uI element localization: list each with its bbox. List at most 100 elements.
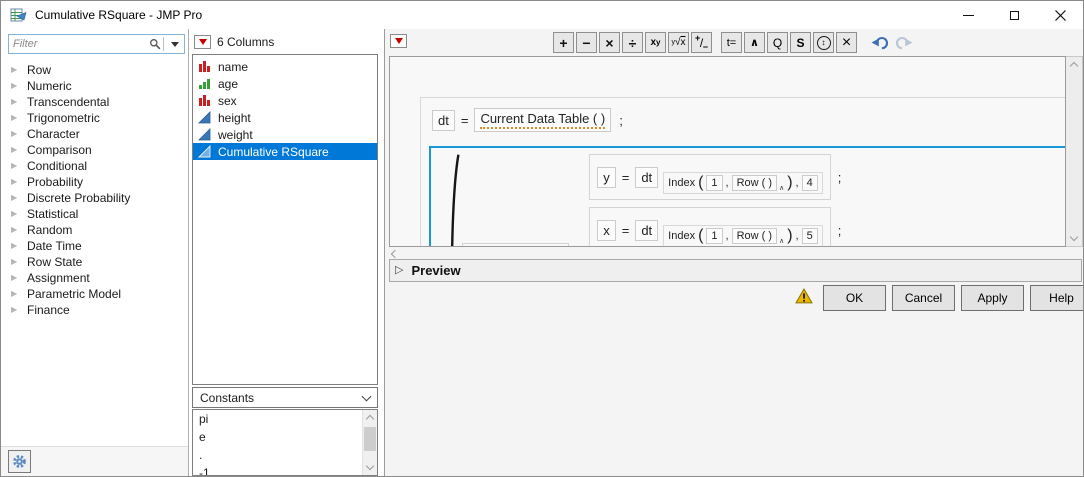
constant-item[interactable]: .	[193, 446, 377, 464]
collapsed-triangle-icon[interactable]	[11, 82, 19, 90]
disclosure-triangle-icon[interactable]	[395, 265, 403, 276]
delete-button[interactable]: ×	[836, 32, 857, 53]
maximize-button[interactable]	[991, 1, 1037, 29]
column-row-age[interactable]: age	[193, 75, 377, 92]
collapsed-triangle-icon[interactable]	[11, 274, 19, 282]
category-parametric-model[interactable]: Parametric Model	[11, 286, 188, 302]
collapsed-triangle-icon[interactable]	[11, 130, 19, 138]
subtract-button[interactable]: −	[576, 32, 597, 53]
column-row-sex[interactable]: sex	[193, 92, 377, 109]
scroll-up-arrow[interactable]	[363, 410, 377, 425]
category-row-state[interactable]: Row State	[11, 254, 188, 270]
category-random[interactable]: Random	[11, 222, 188, 238]
category-assignment[interactable]: Assignment	[11, 270, 188, 286]
column-index-box[interactable]: 5	[801, 228, 818, 244]
row-function-box[interactable]: Row ( )	[731, 175, 778, 191]
constant-item[interactable]: e	[193, 428, 377, 446]
scroll-down-arrow[interactable]	[363, 460, 377, 475]
condition-expression[interactable]: Row ( ) > 2	[462, 242, 569, 246]
collapsed-triangle-icon[interactable]	[11, 114, 19, 122]
rotate-button[interactable]: Q	[767, 32, 788, 53]
category-transcendental[interactable]: Transcendental	[11, 94, 188, 110]
variable-dt-box[interactable]: dt	[432, 109, 455, 131]
collapsed-triangle-icon[interactable]	[11, 242, 19, 250]
settings-gear-button[interactable]	[8, 450, 31, 473]
filter-input[interactable]	[9, 38, 149, 50]
help-button[interactable]: Help	[1030, 285, 1083, 311]
horizontal-scrollbar[interactable]	[389, 249, 1083, 259]
column-row-name[interactable]: name	[193, 58, 377, 75]
y-box[interactable]: y	[597, 166, 616, 188]
peel-expression-button[interactable]: ∧	[744, 32, 765, 53]
preview-section[interactable]: Preview	[389, 259, 1082, 282]
collapsed-triangle-icon[interactable]	[11, 162, 19, 170]
formula-scrollbar[interactable]	[1066, 56, 1083, 247]
category-character[interactable]: Character	[11, 126, 188, 142]
ok-button[interactable]: OK	[823, 285, 886, 311]
cancel-button[interactable]: Cancel	[892, 285, 955, 311]
column-index-box[interactable]: 4	[801, 175, 818, 191]
columns-red-triangle-menu-button[interactable]	[194, 35, 211, 49]
subscript-group[interactable]: Index ( 1 , Row ( ) ∧ ) , 5	[663, 225, 823, 246]
category-finance[interactable]: Finance	[11, 302, 188, 318]
collapsed-triangle-icon[interactable]	[11, 66, 19, 74]
collapsed-triangle-icon[interactable]	[11, 210, 19, 218]
category-statistical[interactable]: Statistical	[11, 206, 188, 222]
collapsed-triangle-icon[interactable]	[11, 178, 19, 186]
divide-button[interactable]: ÷	[622, 32, 643, 53]
scroll-up-arrow[interactable]	[1066, 57, 1082, 72]
column-row-cumulative-rsquare-selected[interactable]: Cumulative RSquare	[193, 143, 377, 160]
sign-toggle-button[interactable]: + / −	[691, 32, 712, 53]
scrollbar-thumb[interactable]	[364, 427, 376, 451]
subscript-group[interactable]: Index ( 1 , Row ( ) ∧ ) , 4	[663, 172, 823, 194]
constants-dropdown[interactable]: Constants	[192, 387, 378, 408]
constant-item[interactable]: pi	[193, 410, 377, 428]
column-row-weight[interactable]: weight	[193, 126, 377, 143]
y-assignment[interactable]: y = dt Index ( 1 , Row ( ) ∧) , 4	[589, 154, 831, 200]
scroll-down-arrow[interactable]	[1066, 231, 1082, 246]
columns-panel: 6 Columns name age sex height weight Cum…	[189, 29, 384, 476]
collapsed-triangle-icon[interactable]	[11, 98, 19, 106]
dt-box[interactable]: dt	[635, 219, 659, 241]
row-function-box[interactable]: Row ( )	[731, 228, 778, 244]
category-numeric[interactable]: Numeric	[11, 78, 188, 94]
collapsed-triangle-icon[interactable]	[11, 146, 19, 154]
local-variable-button[interactable]: t=	[721, 32, 742, 53]
category-trigonometric[interactable]: Trigonometric	[11, 110, 188, 126]
invert-button[interactable]: ↕	[813, 32, 834, 53]
category-row[interactable]: Row	[11, 62, 188, 78]
category-conditional[interactable]: Conditional	[11, 158, 188, 174]
category-probability[interactable]: Probability	[11, 174, 188, 190]
collapsed-triangle-icon[interactable]	[11, 226, 19, 234]
category-discrete-probability[interactable]: Discrete Probability	[11, 190, 188, 206]
collapsed-triangle-icon[interactable]	[11, 194, 19, 202]
column-row-height[interactable]: height	[193, 109, 377, 126]
undo-button[interactable]	[869, 35, 892, 51]
collapsed-triangle-icon[interactable]	[11, 306, 19, 314]
collapsed-triangle-icon[interactable]	[11, 258, 19, 266]
collapsed-triangle-icon[interactable]	[11, 290, 19, 298]
filter-dropdown-button[interactable]	[166, 35, 184, 53]
root-button[interactable]: y √ x	[668, 32, 689, 53]
category-date-time[interactable]: Date Time	[11, 238, 188, 254]
formula-canvas[interactable]: dt = Current Data Table ( ) ; If	[389, 56, 1066, 247]
if-expression-selected[interactable]: If Row ( ) > 2	[429, 146, 1065, 246]
current-data-table-box[interactable]: Current Data Table ( )	[474, 108, 612, 132]
close-button[interactable]	[1037, 1, 1083, 29]
add-button[interactable]: +	[553, 32, 574, 53]
x-box[interactable]: x	[597, 219, 616, 241]
index-arg1-box[interactable]: 1	[706, 175, 723, 191]
scroll-left-arrow[interactable]	[390, 249, 400, 259]
dt-box[interactable]: dt	[635, 166, 659, 188]
constant-item[interactable]: -1	[193, 464, 377, 475]
index-arg1-box[interactable]: 1	[706, 228, 723, 244]
swap-arguments-button[interactable]: S	[790, 32, 811, 53]
apply-button[interactable]: Apply	[961, 285, 1024, 311]
x-assignment[interactable]: x = dt Index ( 1 , Row ( ) ∧) , 5	[589, 207, 831, 246]
redo-button[interactable]	[892, 35, 915, 51]
constants-scrollbar[interactable]	[362, 410, 377, 475]
minimize-button[interactable]	[945, 1, 991, 29]
multiply-button[interactable]: ×	[599, 32, 620, 53]
power-button[interactable]: xy	[645, 32, 666, 53]
category-comparison[interactable]: Comparison	[11, 142, 188, 158]
